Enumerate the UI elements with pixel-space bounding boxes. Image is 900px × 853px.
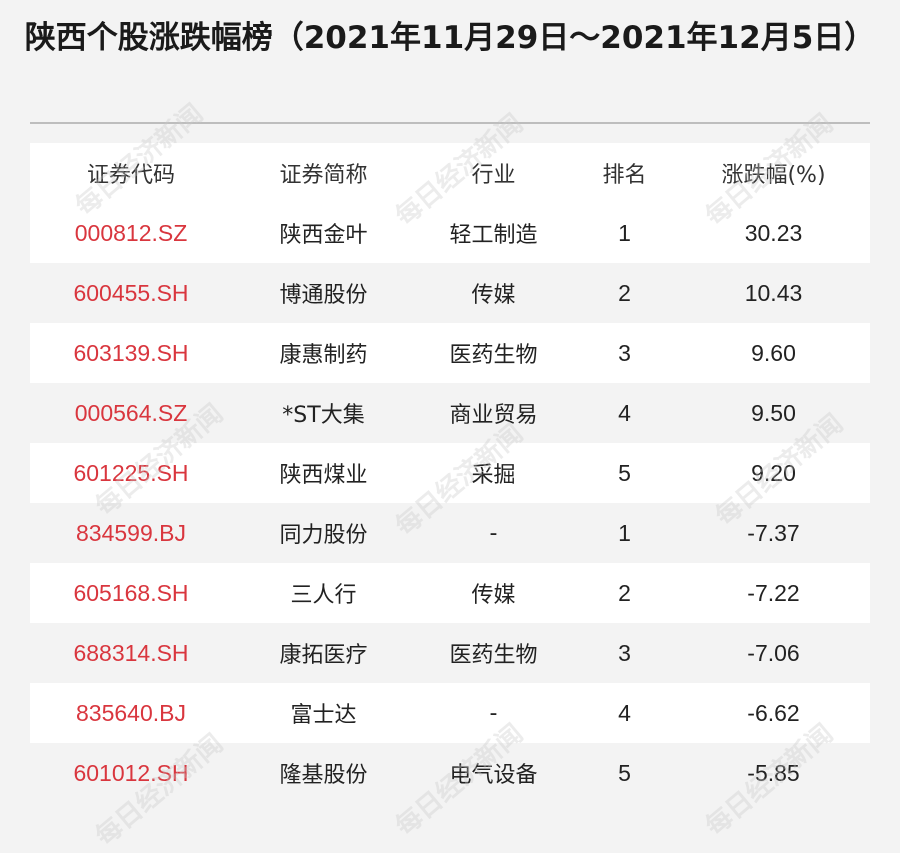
cell-security-name: 富士达 [232, 683, 415, 743]
cell-change-pct: -7.06 [677, 623, 870, 683]
cell-change-pct: -7.37 [677, 503, 870, 563]
cell-industry: 商业贸易 [415, 383, 572, 443]
cell-security-name: 康惠制药 [232, 323, 415, 383]
table-row: 834599.BJ 同力股份 -1 -7.37 [30, 503, 870, 563]
cell-security-code: 601225.SH [30, 443, 232, 503]
cell-security-name: 博通股份 [232, 263, 415, 323]
cell-security-code: 600455.SH [30, 263, 232, 323]
cell-industry: - [415, 683, 572, 743]
cell-rank: 5 [572, 443, 677, 503]
cell-industry: 医药生物 [415, 323, 572, 383]
cell-industry: 轻工制造 [415, 203, 572, 263]
cell-rank: 3 [572, 323, 677, 383]
cell-security-name: 隆基股份 [232, 743, 415, 803]
table-row: 601012.SH 隆基股份 电气设备 5 -5.85 [30, 743, 870, 803]
cell-change-pct: 9.50 [677, 383, 870, 443]
cell-industry: 传媒 [415, 263, 572, 323]
cell-security-code: 000564.SZ [30, 383, 232, 443]
cell-security-name: *ST大集 [232, 383, 415, 443]
stock-ranking-table: 证券代码 证券简称 行业 排名 涨跌幅(%) 000812.SZ 陕西金叶 轻工制造… [30, 143, 870, 803]
cell-security-name: 陕西金叶 [232, 203, 415, 263]
cell-rank: 2 [572, 263, 677, 323]
table-row: 601225.SH 陕西煤业 采掘 5 9.20 [30, 443, 870, 503]
table-row: 000812.SZ 陕西金叶 轻工制造 1 30.23 [30, 203, 870, 263]
header-security-name: 证券简称 [232, 143, 415, 203]
table-row: 600455.SH 博通股份 传媒 2 10.43 [30, 263, 870, 323]
cell-security-code: 834599.BJ [30, 503, 232, 563]
cell-security-code: 688314.SH [30, 623, 232, 683]
cell-industry: 采掘 [415, 443, 572, 503]
header-security-code: 证券代码 [30, 143, 232, 203]
cell-rank: 2 [572, 563, 677, 623]
cell-security-code: 835640.BJ [30, 683, 232, 743]
table-header-row: 证券代码 证券简称 行业 排名 涨跌幅(%) [30, 143, 870, 203]
cell-rank: 4 [572, 383, 677, 443]
cell-change-pct: 9.20 [677, 443, 870, 503]
cell-change-pct: -6.62 [677, 683, 870, 743]
cell-change-pct: -7.22 [677, 563, 870, 623]
cell-industry: 传媒 [415, 563, 572, 623]
cell-security-name: 陕西煤业 [232, 443, 415, 503]
table-row: 688314.SH 康拓医疗 医药生物 3 -7.06 [30, 623, 870, 683]
cell-change-pct: -5.85 [677, 743, 870, 803]
cell-change-pct: 9.60 [677, 323, 870, 383]
table-row: 835640.BJ 富士达 -4 -6.62 [30, 683, 870, 743]
cell-security-name: 同力股份 [232, 503, 415, 563]
cell-security-code: 605168.SH [30, 563, 232, 623]
cell-rank: 1 [572, 503, 677, 563]
cell-industry: - [415, 503, 572, 563]
header-change-pct: 涨跌幅(%) [677, 143, 870, 203]
cell-security-name: 三人行 [232, 563, 415, 623]
cell-rank: 3 [572, 623, 677, 683]
table-row: 605168.SH 三人行 传媒 2 -7.22 [30, 563, 870, 623]
title-divider [30, 122, 870, 124]
cell-security-code: 601012.SH [30, 743, 232, 803]
page-title: 陕西个股涨跌幅榜（2021年11月29日～2021年12月5日） [24, 20, 876, 56]
cell-industry: 医药生物 [415, 623, 572, 683]
table-row: 603139.SH 康惠制药 医药生物 3 9.60 [30, 323, 870, 383]
table-row: 000564.SZ *ST大集 商业贸易 4 9.50 [30, 383, 870, 443]
cell-industry: 电气设备 [415, 743, 572, 803]
cell-rank: 4 [572, 683, 677, 743]
cell-change-pct: 10.43 [677, 263, 870, 323]
header-industry: 行业 [415, 143, 572, 203]
header-rank: 排名 [572, 143, 677, 203]
cell-security-code: 000812.SZ [30, 203, 232, 263]
cell-security-code: 603139.SH [30, 323, 232, 383]
cell-change-pct: 30.23 [677, 203, 870, 263]
cell-rank: 1 [572, 203, 677, 263]
cell-rank: 5 [572, 743, 677, 803]
cell-security-name: 康拓医疗 [232, 623, 415, 683]
